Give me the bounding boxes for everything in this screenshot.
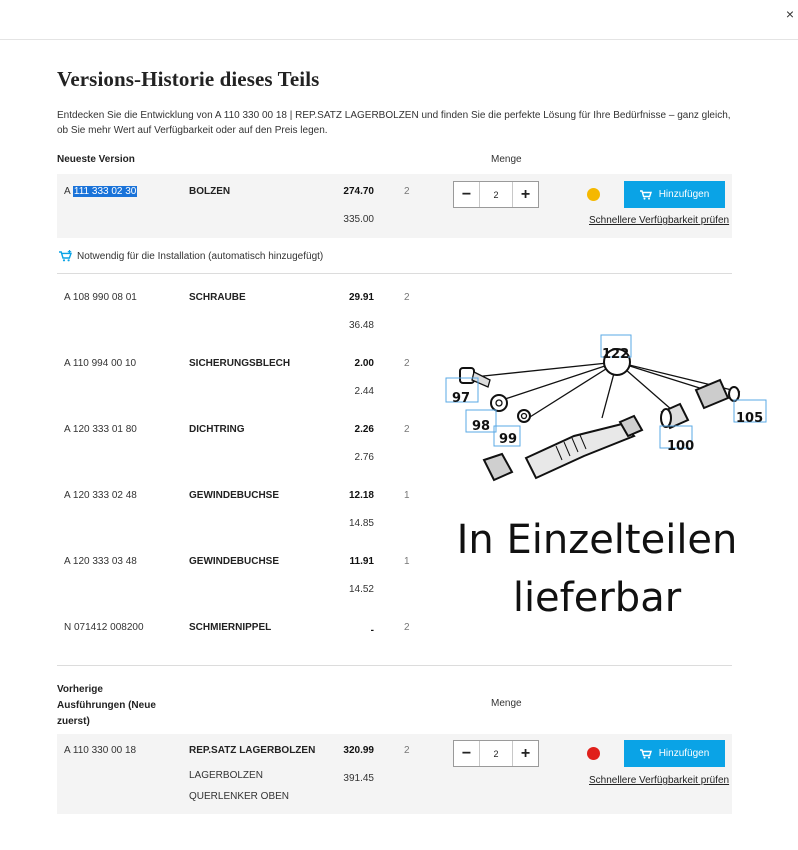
- exploded-parts-diagram: 122 97 98 99 100 105: [445, 334, 767, 482]
- minus-icon[interactable]: −: [454, 182, 479, 207]
- plus-icon[interactable]: +: [513, 182, 538, 207]
- part-name: GEWINDEBUCHSE: [189, 490, 280, 501]
- price: 2.26: [354, 424, 374, 435]
- part-number[interactable]: A 120 333 03 48: [64, 556, 137, 567]
- price: 320.99: [343, 745, 374, 756]
- list-item: A 108 990 08 01 SCHRAUBE 29.91 36.48 2: [57, 286, 437, 346]
- menge-label: Menge: [491, 154, 522, 165]
- part-number[interactable]: N 071412 008200: [64, 622, 144, 633]
- quantity-value[interactable]: 2: [479, 182, 513, 207]
- part-number[interactable]: A 120 333 02 48: [64, 490, 137, 501]
- previous-version-card: A 110 330 00 18 REP.SATZ LAGERBOLZEN LAG…: [57, 734, 732, 814]
- install-divider: [57, 273, 732, 274]
- quantity-stepper: − 2 +: [453, 740, 539, 767]
- add-to-cart-label: Hinzufügen: [658, 189, 710, 200]
- required-quantity: 2: [404, 292, 410, 303]
- part-number[interactable]: A 120 333 01 80: [64, 424, 137, 435]
- check-availability-link[interactable]: Schnellere Verfügbarkeit prüfen: [589, 775, 729, 786]
- required-quantity: 1: [404, 556, 410, 567]
- list-item: A 110 994 00 10 SICHERUNGSBLECH 2.00 2.4…: [57, 352, 437, 412]
- diagram-label: 100: [667, 439, 694, 454]
- list-item: A 120 333 03 48 GEWINDEBUCHSE 11.91 14.5…: [57, 550, 437, 610]
- part-name: SCHMIERNIPPEL: [189, 622, 272, 633]
- newest-version-card: A 111 333 02 30 BOLZEN 274.70 335.00 2 −…: [57, 174, 732, 238]
- cart-plus-icon: [59, 250, 72, 262]
- part-subtitle: LAGERBOLZEN: [189, 770, 263, 781]
- intro-text: Entdecken Sie die Entwicklung von A 110 …: [57, 110, 731, 136]
- add-to-cart-button[interactable]: Hinzufügen: [624, 740, 725, 767]
- page-title: Versions-Historie dieses Teils: [57, 67, 320, 91]
- add-to-cart-label: Hinzufügen: [658, 748, 710, 759]
- part-prefix: A: [64, 186, 71, 197]
- minus-icon[interactable]: −: [454, 741, 479, 766]
- part-number[interactable]: A 110 330 00 18: [64, 745, 136, 756]
- part-subtitle: QUERLENKER OBEN: [189, 791, 290, 802]
- price-secondary: 14.85: [348, 518, 374, 529]
- previous-divider: [57, 665, 732, 666]
- part-name: SICHERUNGSBLECH: [189, 358, 291, 369]
- add-to-cart-button[interactable]: Hinzufügen: [624, 181, 725, 208]
- part-name: BOLZEN: [189, 186, 231, 197]
- check-availability-link[interactable]: Schnellere Verfügbarkeit prüfen: [589, 215, 729, 226]
- list-item: A 120 333 02 48 GEWINDEBUCHSE 12.18 14.8…: [57, 484, 437, 544]
- cart-icon: [639, 748, 652, 759]
- price-secondary: 335.00: [343, 214, 374, 225]
- install-note: Notwendig für die Installation (automati…: [59, 250, 323, 262]
- cart-icon: [639, 189, 652, 200]
- required-quantity: 2: [404, 622, 410, 633]
- price: 274.70: [343, 186, 374, 197]
- price-secondary: 391.45: [343, 773, 374, 784]
- price: 2.00: [354, 358, 374, 369]
- required-quantity: 1: [404, 490, 410, 501]
- price: 29.91: [348, 292, 374, 303]
- required-quantity: 2: [404, 186, 410, 197]
- availability-status-icon: [587, 747, 600, 760]
- diagram-label: 97: [452, 391, 470, 406]
- menge-label: Menge: [491, 698, 522, 709]
- part-name: GEWINDEBUCHSE: [189, 556, 280, 567]
- price: 12.18: [348, 490, 374, 501]
- price-secondary: 2.76: [354, 452, 374, 463]
- part-name: REP.SATZ LAGERBOLZEN: [189, 745, 316, 756]
- diagram-label: 98: [472, 419, 490, 434]
- diagram-label: 122: [602, 347, 629, 362]
- diagram-label: 105: [736, 411, 763, 426]
- plus-icon[interactable]: +: [513, 741, 538, 766]
- install-note-text: Notwendig für die Installation (automati…: [77, 250, 324, 262]
- newest-version-label: Neueste Version: [57, 154, 135, 165]
- previous-versions-label: Vorherige Ausführungen (Neue zuerst): [57, 684, 156, 727]
- price-secondary: 2.44: [354, 386, 374, 397]
- part-number[interactable]: A 108 990 08 01: [64, 292, 137, 303]
- header-divider: [0, 39, 798, 40]
- price: -: [370, 625, 374, 636]
- list-item: N 071412 008200 SCHMIERNIPPEL - 2: [57, 616, 437, 646]
- part-name: SCHRAUBE: [189, 292, 246, 303]
- required-quantity: 2: [404, 424, 410, 435]
- part-number[interactable]: A 111 333 02 30: [64, 186, 138, 197]
- close-icon[interactable]: ×: [786, 7, 794, 21]
- price: 11.91: [349, 556, 374, 567]
- part-number-highlight[interactable]: 111 333 02 30: [72, 186, 138, 197]
- quantity-stepper: − 2 +: [453, 181, 539, 208]
- price-secondary: 14.52: [348, 584, 374, 595]
- delivery-note-line-2: lieferbar: [512, 575, 682, 621]
- quantity-value[interactable]: 2: [479, 741, 513, 766]
- delivery-note-line-1: In Einzelteilen: [456, 517, 738, 563]
- required-quantity: 2: [404, 358, 410, 369]
- part-name: DICHTRING: [189, 424, 245, 435]
- availability-status-icon: [587, 188, 600, 201]
- list-item: A 120 333 01 80 DICHTRING 2.26 2.76 2: [57, 418, 437, 478]
- part-number[interactable]: A 110 994 00 10: [64, 358, 136, 369]
- diagram-label: 99: [499, 432, 517, 447]
- price-secondary: 36.48: [348, 320, 374, 331]
- required-quantity: 2: [404, 745, 410, 756]
